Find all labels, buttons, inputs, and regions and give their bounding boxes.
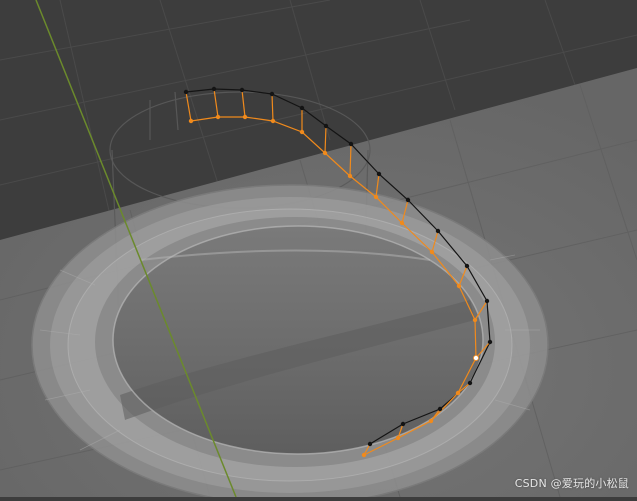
active-vertex[interactable] [472, 354, 479, 361]
3d-viewport[interactable] [0, 0, 637, 501]
watermark-text: CSDN @爱玩的小松鼠 [514, 477, 629, 490]
ring-mesh [31, 184, 549, 501]
